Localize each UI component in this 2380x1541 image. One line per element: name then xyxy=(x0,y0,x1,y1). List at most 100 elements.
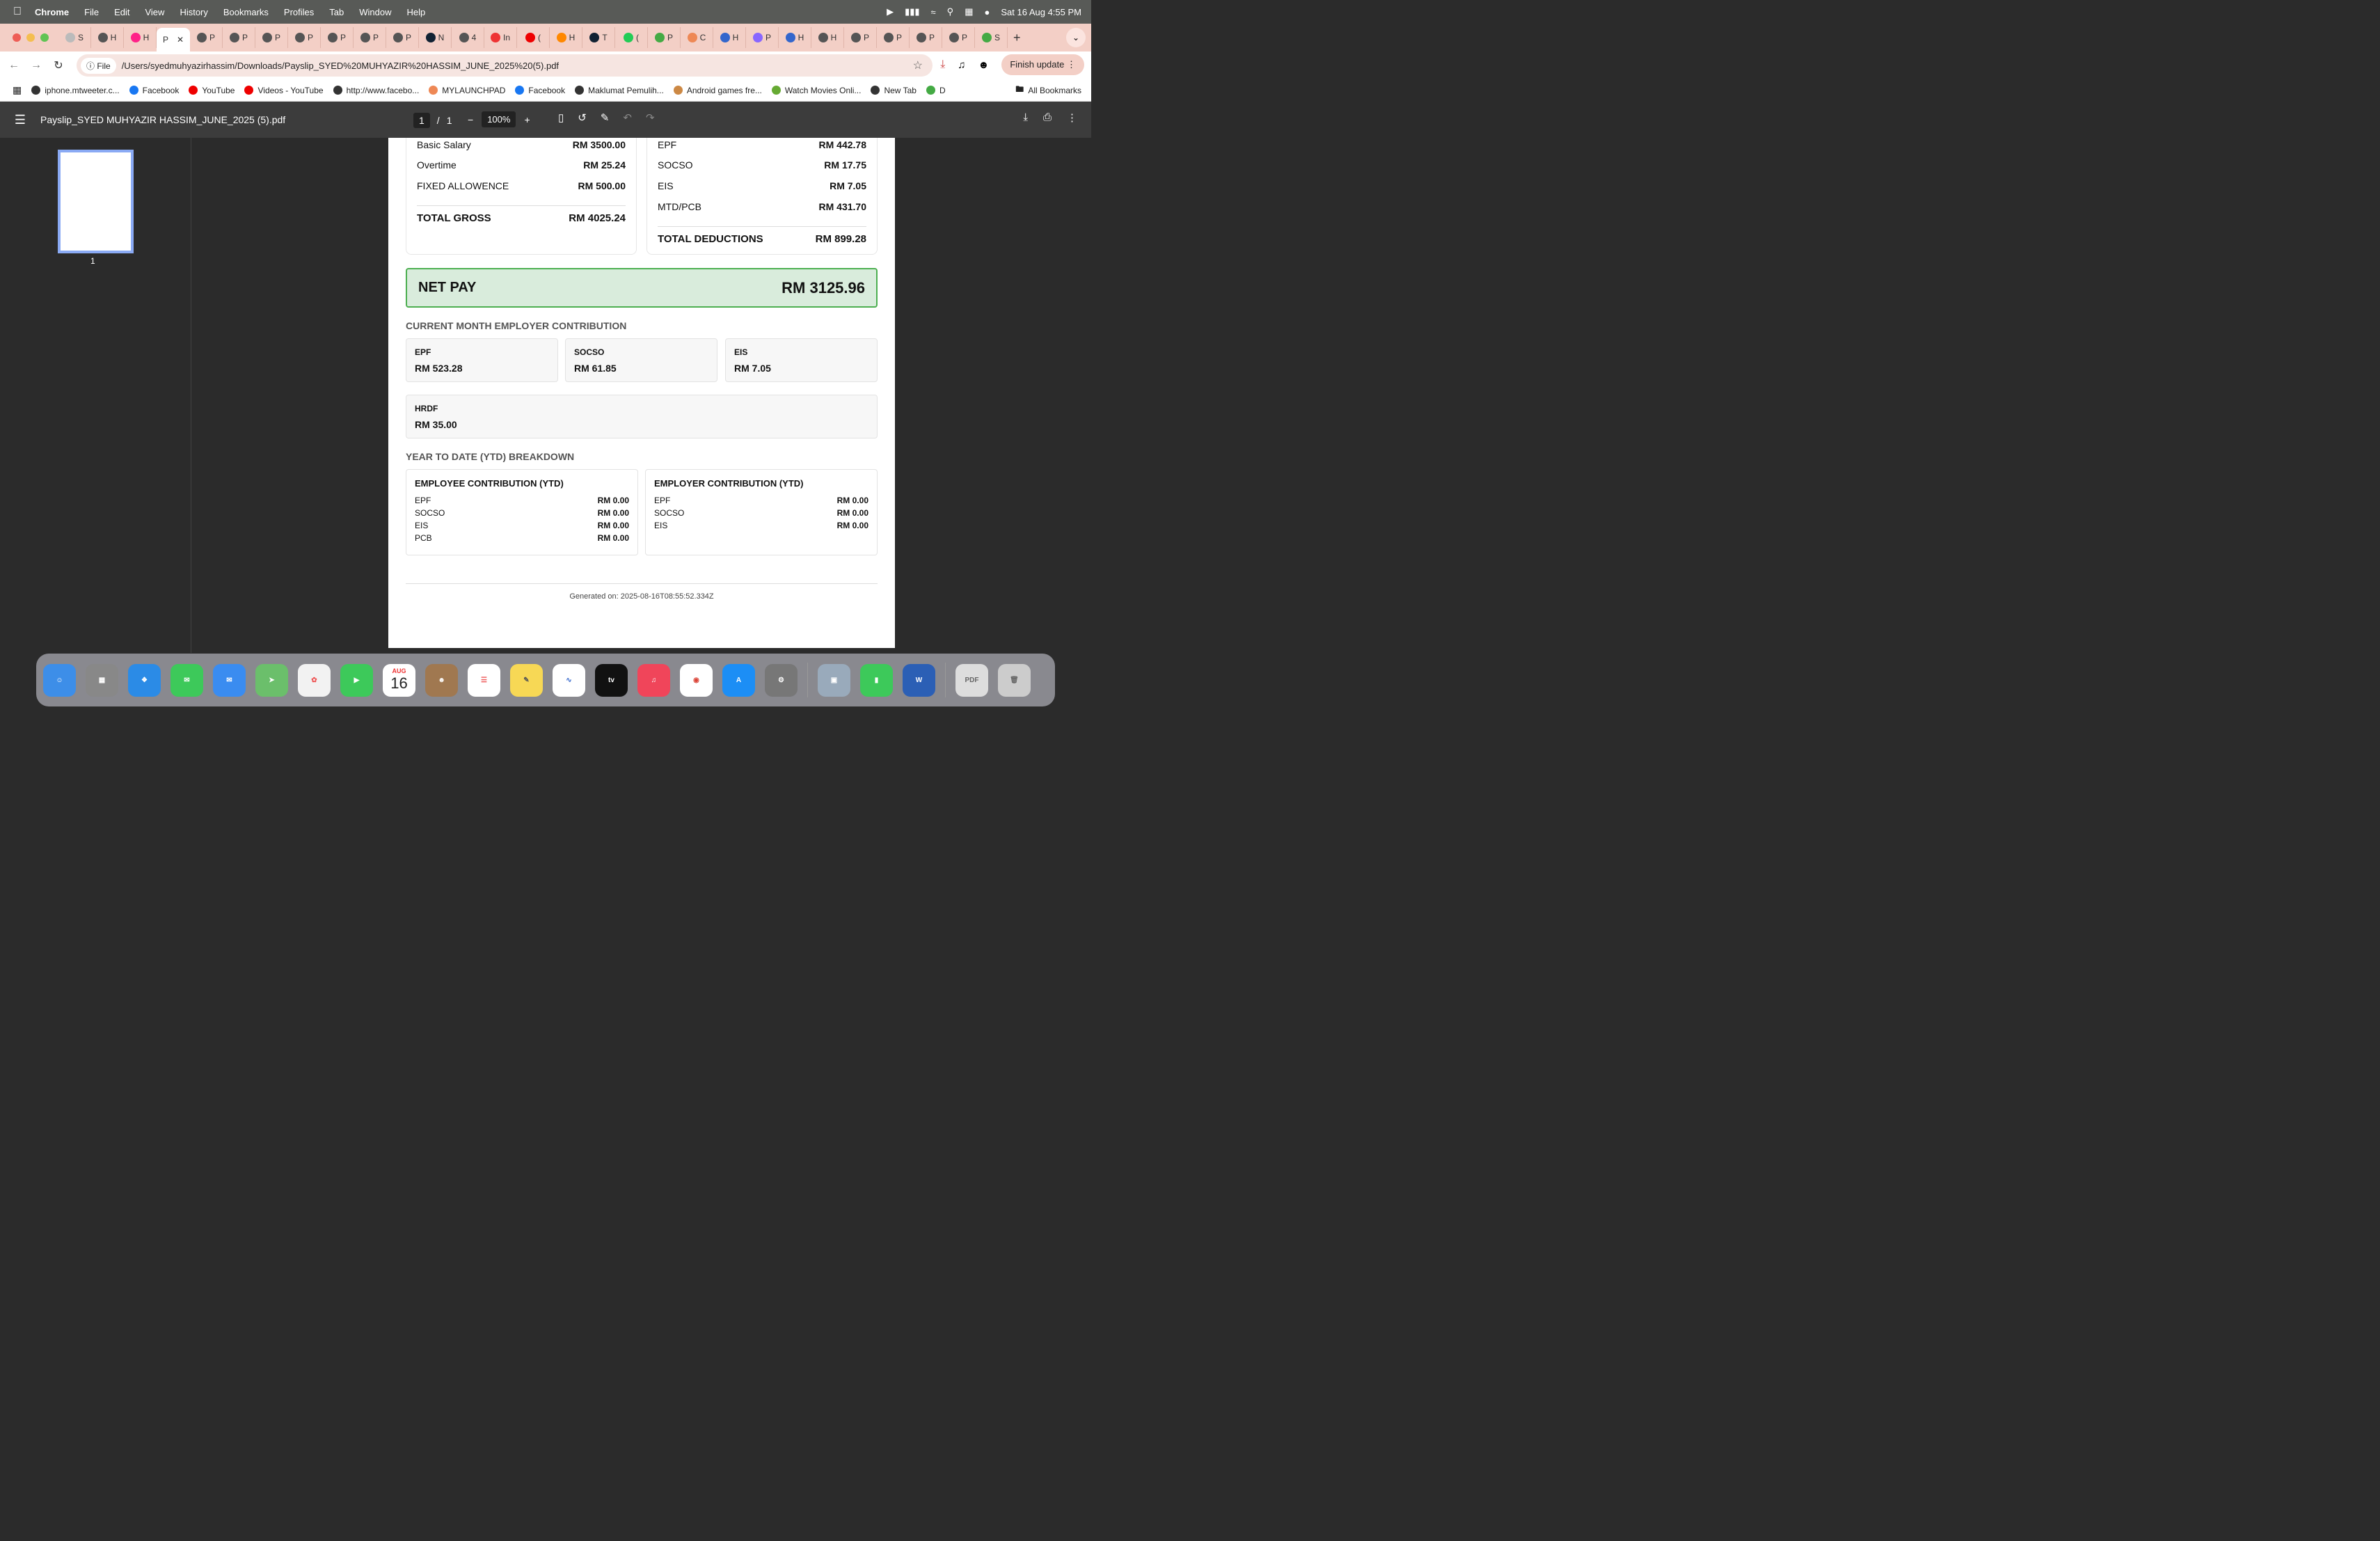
menu-tab[interactable]: Tab xyxy=(329,7,344,17)
close-window-button[interactable] xyxy=(13,33,21,42)
browser-tab[interactable]: P xyxy=(910,27,942,48)
music-icon[interactable]: ♫ xyxy=(637,663,670,697)
minimize-window-button[interactable] xyxy=(26,33,35,42)
menu-bookmarks[interactable]: Bookmarks xyxy=(223,7,269,17)
menu-history[interactable]: History xyxy=(180,7,207,17)
browser-tab[interactable]: P xyxy=(386,27,419,48)
photos-icon[interactable]: ✿ xyxy=(298,663,331,697)
profile-avatar-icon[interactable]: ☻ xyxy=(978,59,990,71)
bookmark-item[interactable]: Facebook xyxy=(129,86,179,95)
browser-tab[interactable]: P xyxy=(844,27,877,48)
media-queue-icon[interactable]: ♫ xyxy=(958,59,965,71)
search-icon[interactable]: ⚲ xyxy=(947,6,954,17)
reminders-icon[interactable]: ☰ xyxy=(468,663,500,697)
menu-edit[interactable]: Edit xyxy=(114,7,129,17)
browser-tab[interactable]: S xyxy=(975,27,1008,48)
browser-tab[interactable]: P xyxy=(321,27,354,48)
bookmark-item[interactable]: Maklumat Pemulih... xyxy=(575,86,664,95)
browser-tab[interactable]: C xyxy=(681,27,713,48)
messages-icon[interactable]: ✉ xyxy=(170,663,203,697)
browser-tab[interactable]: H xyxy=(124,27,157,48)
browser-tab[interactable]: P xyxy=(223,27,255,48)
bookmark-item[interactable]: D xyxy=(926,86,946,95)
browser-tab[interactable]: P xyxy=(288,27,321,48)
page-input[interactable]: 1 xyxy=(413,113,430,128)
zoom-out-icon[interactable]: − xyxy=(468,114,473,125)
browser-tab[interactable]: P ✕ xyxy=(157,28,190,52)
browser-tab[interactable]: P xyxy=(877,27,910,48)
browser-tab[interactable]: H xyxy=(550,27,582,48)
annotate-icon[interactable]: ✎ xyxy=(601,111,610,124)
mail-icon[interactable]: ✉ xyxy=(213,663,246,697)
redo-icon[interactable]: ↷ xyxy=(646,111,655,124)
undo-icon[interactable]: ↶ xyxy=(623,111,632,124)
browser-tab[interactable]: T xyxy=(582,27,615,48)
menubar-clock[interactable]: Sat 16 Aug 4:55 PM xyxy=(1001,7,1081,17)
facetime-icon[interactable]: ▶ xyxy=(340,663,373,697)
tab-search-chevron-icon[interactable]: ⌄ xyxy=(1066,28,1086,47)
numbers-icon[interactable]: ▮ xyxy=(860,663,893,697)
reload-icon[interactable]: ↻ xyxy=(50,58,67,72)
close-tab-icon[interactable]: ✕ xyxy=(177,35,184,45)
app-store-icon[interactable]: A xyxy=(722,663,755,697)
calendar-icon[interactable]: AUG 16 xyxy=(383,663,415,697)
pdf-download-icon[interactable]: ⤓ xyxy=(1023,111,1028,124)
siri-icon[interactable]: ● xyxy=(985,7,990,17)
file-info-chip[interactable]: ⓘ File xyxy=(81,57,116,74)
system-settings-icon[interactable]: ⚙ xyxy=(765,663,798,697)
trash-icon[interactable]: 🗑 xyxy=(998,663,1031,697)
bookmark-star-icon[interactable]: ☆ xyxy=(913,58,923,72)
browser-tab[interactable]: H xyxy=(779,27,811,48)
menu-view[interactable]: View xyxy=(145,7,164,17)
menu-profiles[interactable]: Profiles xyxy=(284,7,314,17)
bookmark-item[interactable]: YouTube xyxy=(189,86,235,95)
browser-tab[interactable]: H xyxy=(713,27,746,48)
finder-icon[interactable]: ☺ xyxy=(43,663,76,697)
apps-grid-icon[interactable]: ▦ xyxy=(13,84,22,96)
browser-tab[interactable]: 4 xyxy=(452,27,484,48)
browser-tab[interactable]: P xyxy=(255,27,288,48)
menu-help[interactable]: Help xyxy=(407,7,426,17)
play-icon[interactable]: ▶ xyxy=(887,6,894,17)
bookmark-item[interactable]: Android games fre... xyxy=(673,86,762,95)
browser-tab[interactable]: P xyxy=(942,27,975,48)
launchpad-icon[interactable]: ▦ xyxy=(86,663,118,697)
finish-update-button[interactable]: Finish update ⋮ xyxy=(1001,54,1084,75)
browser-tab[interactable]: ( xyxy=(615,27,648,48)
bookmark-item[interactable]: New Tab xyxy=(871,86,917,95)
page-thumbnail[interactable] xyxy=(58,150,134,253)
maximize-window-button[interactable] xyxy=(40,33,49,42)
browser-tab[interactable]: H xyxy=(811,27,844,48)
all-bookmarks-button[interactable]: 🖿 All Bookmarks xyxy=(1015,83,1081,97)
sidebar-menu-icon[interactable]: ☰ xyxy=(0,113,40,127)
fit-page-icon[interactable]: ▯ xyxy=(558,111,564,124)
zoom-level[interactable]: 100% xyxy=(482,111,516,127)
menu-app-name[interactable]: Chrome xyxy=(35,7,69,17)
browser-tab[interactable]: N xyxy=(419,27,452,48)
back-arrow-icon[interactable]: ← xyxy=(6,59,22,72)
print-icon[interactable]: ⎙ xyxy=(1043,111,1052,124)
freeform-icon[interactable]: ∿ xyxy=(553,663,585,697)
preview-icon[interactable]: ▣ xyxy=(818,663,850,697)
zoom-in-icon[interactable]: + xyxy=(524,114,530,125)
tv-icon[interactable]: tv xyxy=(595,663,628,697)
battery-icon[interactable]: ▮▮▮ xyxy=(905,6,919,17)
chrome-icon[interactable]: ◉ xyxy=(680,663,713,697)
bookmark-item[interactable]: iphone.mtweeter.c... xyxy=(31,86,120,95)
browser-tab[interactable]: ( xyxy=(517,27,550,48)
browser-tab[interactable]: P xyxy=(746,27,779,48)
browser-tab[interactable]: H xyxy=(91,27,124,48)
browser-tab[interactable]: In xyxy=(484,27,517,48)
new-tab-button[interactable]: + xyxy=(1013,31,1021,45)
browser-tab[interactable]: P xyxy=(648,27,681,48)
browser-tab[interactable]: P xyxy=(190,27,223,48)
pdf-viewport[interactable]: Basic Salary RM 3500.00 Overtime RM 25.24 … xyxy=(192,138,1091,653)
browser-tab[interactable]: S xyxy=(58,27,91,48)
menu-file[interactable]: File xyxy=(84,7,99,17)
address-bar[interactable]: ⓘ File /Users/syedmuhyazirhassim/Downloa… xyxy=(77,54,933,77)
safari-icon[interactable]: ❖ xyxy=(128,663,161,697)
download-icon[interactable]: ⤓ xyxy=(940,58,945,71)
notes-icon[interactable]: ✎ xyxy=(510,663,543,697)
downloads-stack-icon[interactable]: PDF xyxy=(955,663,988,697)
bookmark-item[interactable]: Watch Movies Onli... xyxy=(771,86,861,95)
